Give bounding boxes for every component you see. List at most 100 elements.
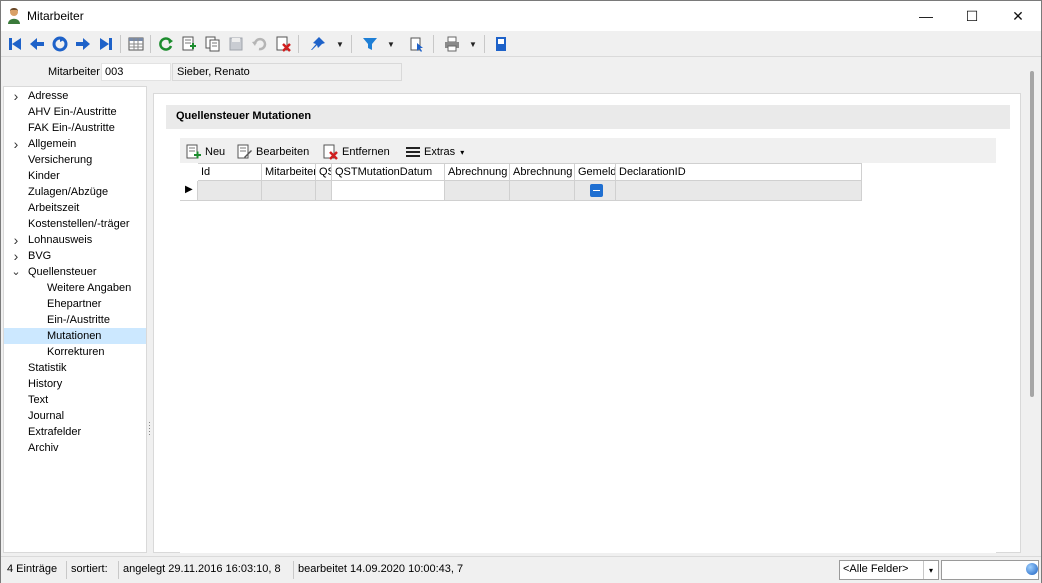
table-cell[interactable] bbox=[262, 181, 316, 201]
pin-dropdown-arrow[interactable]: ▼ bbox=[335, 36, 345, 52]
globe-icon[interactable] bbox=[1026, 563, 1038, 575]
new-record-icon[interactable] bbox=[179, 34, 199, 54]
extras-button-label: Extras bbox=[424, 146, 456, 158]
tree-item[interactable]: Ein-/Austritte bbox=[47, 312, 110, 328]
filter-dropdown-arrow[interactable]: ▼ bbox=[386, 36, 396, 52]
gemeldet-checkbox[interactable] bbox=[590, 184, 603, 197]
collapse-arrow-icon[interactable]: ⌄ bbox=[10, 264, 22, 280]
current-row-arrow-icon: ▶ bbox=[185, 184, 193, 195]
maximize-button[interactable]: ☐ bbox=[949, 1, 995, 31]
column-header[interactable]: Abrechnung bbox=[510, 163, 575, 181]
filter-icon[interactable] bbox=[360, 34, 380, 54]
print-dropdown-arrow[interactable]: ▼ bbox=[468, 36, 478, 52]
expand-arrow-icon[interactable]: › bbox=[10, 136, 22, 152]
tree-item[interactable]: Lohnausweis bbox=[28, 232, 92, 248]
record-count: 4 Einträge bbox=[7, 563, 58, 575]
column-header[interactable]: Gemeldet bbox=[575, 163, 616, 181]
employee-id-field[interactable]: 003 bbox=[101, 63, 171, 81]
table-cell[interactable] bbox=[616, 181, 862, 201]
tree-item[interactable]: Weitere Angaben bbox=[47, 280, 131, 296]
column-header[interactable]: Abrechnung bbox=[445, 163, 510, 181]
first-record-icon[interactable] bbox=[5, 34, 25, 54]
window-title: Mitarbeiter bbox=[27, 9, 84, 23]
column-header[interactable]: QS bbox=[316, 163, 332, 181]
main-toolbar: ▼ ▼ ▼ bbox=[1, 31, 1041, 57]
table-cell[interactable] bbox=[510, 181, 575, 201]
toolbar-separator bbox=[351, 35, 352, 53]
sort-status: sortiert: bbox=[66, 561, 112, 579]
tree-item[interactable]: Arbeitszeit bbox=[28, 200, 79, 216]
scrollbar-thumb[interactable] bbox=[1030, 71, 1034, 397]
column-header[interactable]: Id bbox=[198, 163, 262, 181]
tree-item[interactable]: FAK Ein-/Austritte bbox=[28, 120, 115, 136]
expand-arrow-icon[interactable]: › bbox=[10, 248, 22, 264]
column-header[interactable]: QSTMutationDatum bbox=[332, 163, 445, 181]
table-view-icon[interactable] bbox=[126, 34, 146, 54]
app-window: Mitarbeiter — ☐ ✕ ▼ ▼ ▼ Mitarbeiter 003 … bbox=[0, 0, 1042, 583]
query-icon[interactable] bbox=[407, 34, 427, 54]
toolbar-separator bbox=[120, 35, 121, 53]
tree-item[interactable]: Zulagen/Abzüge bbox=[28, 184, 108, 200]
toolbar-separator bbox=[298, 35, 299, 53]
employee-label: Mitarbeiter bbox=[48, 66, 100, 78]
tree-item[interactable]: BVG bbox=[28, 248, 51, 264]
tree-item[interactable]: Versicherung bbox=[28, 152, 92, 168]
navigation-tree: › Adresse AHV Ein-/Austritte FAK Ein-/Austr… bbox=[3, 86, 147, 553]
tree-item[interactable]: Journal bbox=[28, 408, 64, 424]
tree-item[interactable]: Korrekturen bbox=[47, 344, 104, 360]
data-grid bbox=[180, 163, 996, 553]
expand-arrow-icon[interactable]: › bbox=[10, 232, 22, 248]
edit-button[interactable]: Bearbeiten bbox=[237, 143, 309, 161]
row-indicator[interactable]: ▶ bbox=[180, 181, 198, 201]
remove-icon bbox=[323, 144, 338, 160]
toolbar-separator bbox=[433, 35, 434, 53]
next-record-icon[interactable] bbox=[73, 34, 93, 54]
tree-item[interactable]: Statistik bbox=[28, 360, 67, 376]
tree-item[interactable]: Archiv bbox=[28, 440, 59, 456]
table-cell[interactable] bbox=[445, 181, 510, 201]
table-cell[interactable] bbox=[198, 181, 262, 201]
tree-item[interactable]: Quellensteuer bbox=[28, 264, 97, 280]
menu-icon bbox=[406, 147, 420, 157]
last-record-icon[interactable] bbox=[96, 34, 116, 54]
undo-icon[interactable] bbox=[249, 34, 269, 54]
remove-button[interactable]: Entfernen bbox=[323, 143, 390, 161]
tree-item[interactable]: Ehepartner bbox=[47, 296, 101, 312]
tree-item[interactable]: AHV Ein-/Austritte bbox=[28, 104, 117, 120]
pin-icon[interactable] bbox=[308, 34, 328, 54]
tree-item[interactable]: Mutationen bbox=[47, 328, 101, 344]
copy-record-icon[interactable] bbox=[203, 34, 223, 54]
tree-item[interactable]: Extrafelder bbox=[28, 424, 81, 440]
minimize-button[interactable]: — bbox=[903, 1, 949, 31]
previous-record-icon[interactable] bbox=[27, 34, 47, 54]
tree-item[interactable]: Kinder bbox=[28, 168, 60, 184]
new-button[interactable]: Neu bbox=[186, 143, 225, 161]
column-header[interactable]: DeclarationID bbox=[616, 163, 862, 181]
splitter-handle[interactable] bbox=[148, 421, 151, 437]
expand-arrow-icon[interactable]: › bbox=[10, 88, 22, 104]
group-title: Quellensteuer Mutationen bbox=[176, 110, 312, 122]
search-input[interactable] bbox=[941, 560, 1039, 580]
chevron-down-icon[interactable]: ▾ bbox=[923, 561, 938, 579]
table-cell[interactable] bbox=[332, 181, 445, 201]
toolbar-separator bbox=[484, 35, 485, 53]
extras-menu-button[interactable]: Extras ▾ bbox=[405, 143, 464, 161]
tree-item[interactable]: Adresse bbox=[28, 88, 68, 104]
edited-info: bearbeitet 14.09.2020 10:00:43, 7 bbox=[293, 561, 467, 579]
tree-item[interactable]: Allgemein bbox=[28, 136, 76, 152]
tree-item[interactable]: History bbox=[28, 376, 62, 392]
column-header[interactable]: Mitarbeiter bbox=[262, 163, 316, 181]
close-button[interactable]: ✕ bbox=[995, 1, 1041, 31]
toolbar-separator bbox=[150, 35, 151, 53]
table-cell[interactable] bbox=[316, 181, 332, 201]
print-icon[interactable] bbox=[442, 34, 462, 54]
jump-icon[interactable] bbox=[50, 34, 70, 54]
title-bar: Mitarbeiter — ☐ ✕ bbox=[1, 1, 1041, 31]
tree-item[interactable]: Kostenstellen/-träger bbox=[28, 216, 130, 232]
tree-item[interactable]: Text bbox=[28, 392, 48, 408]
refresh-icon[interactable] bbox=[156, 34, 176, 54]
document-icon[interactable] bbox=[491, 34, 511, 54]
chevron-down-icon: ▾ bbox=[460, 147, 465, 157]
delete-record-icon[interactable] bbox=[273, 34, 293, 54]
save-icon[interactable] bbox=[226, 34, 246, 54]
